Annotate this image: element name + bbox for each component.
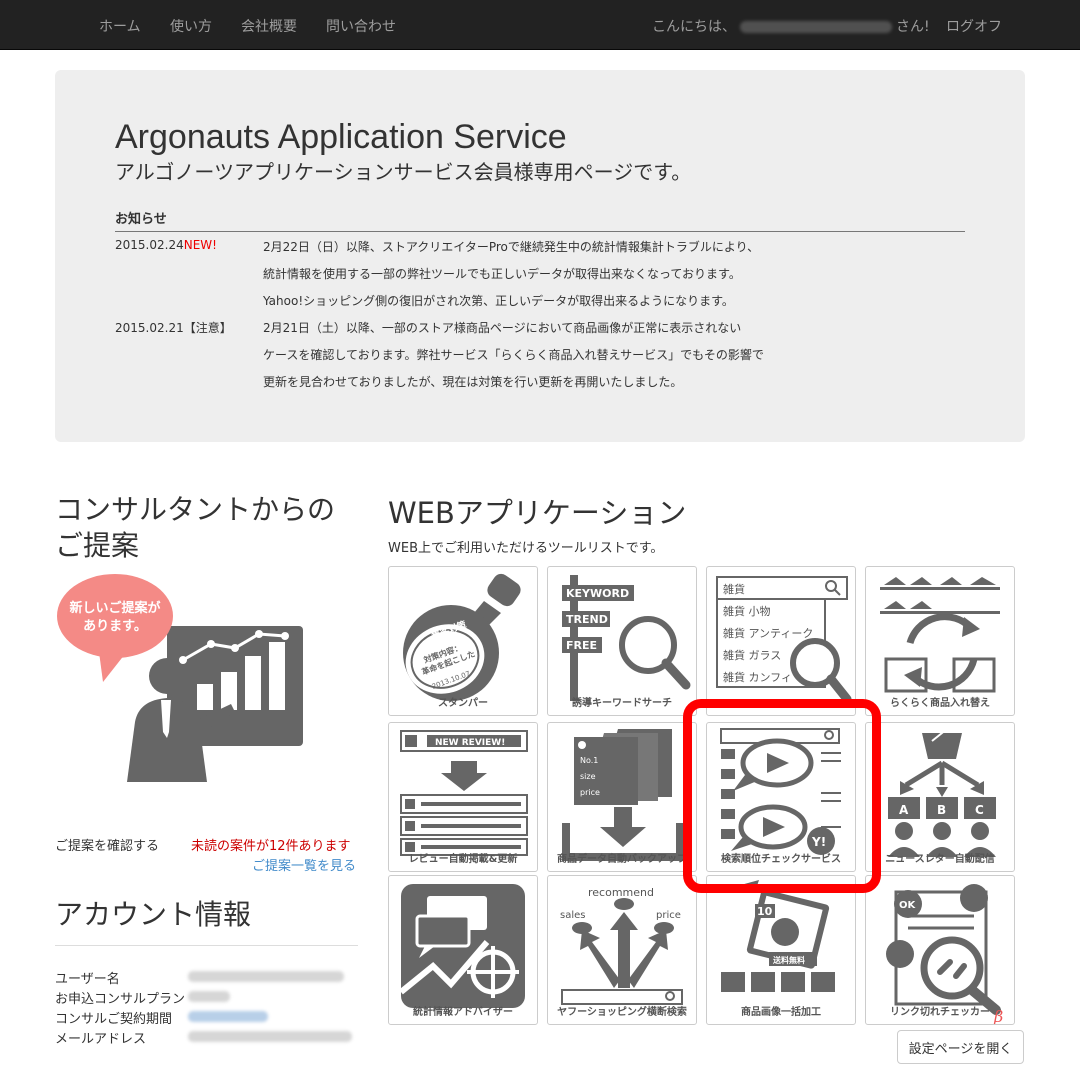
tag-text-price: price	[580, 788, 600, 797]
account-label-email: メールアドレス	[55, 1032, 147, 1047]
consultant-presentation-icon[interactable]: 新しいご提案が あります。	[55, 572, 315, 782]
tile-link-checker[interactable]: OK β リンク切れチェッカー	[865, 875, 1015, 1025]
dropdown-option: 雑貨 カンフィ	[723, 670, 792, 684]
tile-stats-advisor[interactable]: 統計情報アドバイザー	[388, 875, 538, 1025]
tile-data-backup[interactable]: No.1 size price 商品データ自動バックアップ	[547, 722, 697, 872]
nav-home[interactable]: ホーム	[99, 16, 141, 36]
badge-ten: 10	[757, 905, 773, 918]
letter-a: A	[899, 803, 909, 817]
dropdown-query: 雑貨	[723, 582, 745, 596]
letter-b: B	[937, 803, 946, 817]
tile-review[interactable]: NEW REVIEW! レビュー自動掲載&更新	[388, 722, 538, 872]
tile-label: リンク切れチェッカー	[890, 1007, 990, 1018]
sign-keyword: KEYWORD	[566, 587, 629, 600]
nav-contact[interactable]: 問い合わせ	[326, 16, 396, 36]
bubble-text-1: 新しいご提案が	[69, 600, 160, 616]
top-navbar: ホーム 使い方 会社概要 問い合わせ こんにちは、 さん! ログオフ	[0, 0, 1080, 50]
yahoo-badge: Y!	[811, 835, 826, 849]
nav-usage[interactable]: 使い方	[170, 16, 212, 36]
notice-date-value: 2015.02.24	[115, 238, 184, 252]
account-label-plan: お申込コンサルプラン	[55, 992, 186, 1007]
hero-panel: Argonauts Application Service アルゴノーツアプリケ…	[55, 70, 1025, 442]
notice-text: 更新を見合わせておりましたが、現在は対策を行い更新を再開いたしました。	[263, 375, 683, 389]
new-badge: NEW!	[183, 238, 217, 252]
dropdown-option: 雑貨 ガラス	[723, 648, 781, 662]
sign-trend: TREND	[566, 613, 608, 626]
notice-heading: お知らせ	[115, 212, 167, 227]
tile-label: ニュースレター自動配信	[885, 854, 995, 865]
sign-free: FREE	[566, 639, 597, 652]
ribbon-text: 送料無料	[772, 955, 805, 965]
tile-keyword-search[interactable]: KEYWORD TREND FREE 誘導キーワードサーチ	[547, 566, 697, 716]
tile-newsletter[interactable]: A B C ニュースレター自動配信	[865, 722, 1015, 872]
tile-label: らくらく商品入れ替え	[890, 698, 990, 709]
tile-label: ヤフーショッピング横断検索	[557, 1007, 687, 1018]
tile-cross-search[interactable]: recommend sales price ヤフーショッピング横断検索	[547, 875, 697, 1025]
greeting-prefix: こんにちは、	[652, 19, 736, 35]
notice-divider	[115, 231, 965, 232]
tile-label: 商品データ自動バックアップ	[557, 854, 687, 865]
unread-count-text: 未読の案件が12件あります	[191, 839, 351, 854]
nav-company[interactable]: 会社概要	[241, 16, 297, 36]
redacted-username	[188, 971, 344, 982]
tile-label: 商品画像一括加工	[741, 1007, 821, 1018]
tile-product-swap[interactable]: らくらく商品入れ替え	[865, 566, 1015, 716]
account-label-period: コンサルご契約期間	[55, 1012, 173, 1027]
tile-label: 検索順位チェックサービス	[721, 854, 841, 865]
tile-image-batch[interactable]: 10 送料無料 商品画像一括加工	[706, 875, 856, 1025]
consultant-heading: コンサルタントからのご提案	[55, 493, 336, 562]
dropdown-option: 雑貨 小物	[723, 604, 771, 618]
notice-text: Yahoo!ショッピング側の復旧がされ次第、正しいデータが取得出来るようになりま…	[263, 294, 734, 308]
word-recommend: recommend	[588, 886, 654, 899]
user-greeting: こんにちは、 さん!	[652, 16, 930, 36]
letter-c: C	[975, 803, 984, 817]
tile-label: スタンパー	[438, 698, 488, 709]
notice-text: 2月22日（日）以降、ストアクリエイターProで継続発生中の統計情報集計トラブル…	[263, 240, 760, 254]
notice-date-value: 2015.02.21	[115, 321, 184, 335]
proposal-list-link[interactable]: ご提案一覧を見る	[252, 855, 356, 874]
word-sales: sales	[560, 910, 585, 921]
blurred-username	[740, 21, 892, 33]
confirm-proposal-link[interactable]: ご提案を確認する	[55, 835, 159, 854]
ok-badge: OK	[899, 900, 917, 911]
page-subtitle: アルゴノーツアプリケーションサービス会員様専用ページです。	[115, 160, 692, 184]
tile-stamper[interactable]: 集客対策 対策内容： 革命を起こした 2013.10.07 スタンパー	[388, 566, 538, 716]
tile-label: レビュー自動掲載&更新	[408, 854, 518, 865]
redacted-period	[188, 1011, 268, 1022]
account-label-username: ユーザー名	[55, 972, 120, 987]
tag-text-size: size	[580, 772, 596, 781]
word-price: price	[656, 910, 681, 921]
page-title: Argonauts Application Service	[115, 118, 567, 156]
notice-date-2: 2015.02.21【注意】	[115, 319, 232, 336]
tile-label: 誘導キーワードサーチ	[572, 698, 672, 709]
redacted-email	[188, 1031, 352, 1042]
review-banner: NEW REVIEW!	[435, 738, 505, 748]
account-divider	[55, 945, 358, 946]
notice-text: 統計情報を使用する一部の弊社ツールでも正しいデータが取得出来なくなっております。	[263, 267, 741, 281]
greeting-suffix: さん!	[896, 19, 930, 35]
bubble-text-2: あります。	[83, 619, 147, 634]
webapps-heading: WEBアプリケーション	[388, 496, 687, 530]
notice-text: 2月21日（土）以降、一部のストア様商品ページにおいて商品画像が正常に表示されな…	[263, 321, 742, 335]
tile-rank-check[interactable]: Y! 検索順位チェックサービス	[706, 722, 856, 872]
account-heading: アカウント情報	[55, 898, 252, 931]
redacted-plan	[188, 991, 230, 1002]
tag-text-no1: No.1	[580, 756, 598, 765]
webapps-subtitle: WEB上でご利用いただけるツールリストです。	[388, 541, 664, 556]
dropdown-option: 雑貨 アンティーク	[723, 626, 813, 640]
tile-search-suggest[interactable]: 雑貨 雑貨 小物 雑貨 アンティーク 雑貨 ガラス 雑貨 カンフィ	[706, 566, 856, 716]
logout-link[interactable]: ログオフ	[946, 16, 1002, 36]
tile-label: 統計情報アドバイザー	[413, 1007, 513, 1018]
caution-badge: 【注意】	[183, 321, 232, 335]
notice-date-1: 2015.02.24NEW!	[115, 238, 217, 252]
notice-text: ケースを確認しております。弊社サービス「らくらく商品入れ替えサービス」でもその影…	[263, 348, 764, 362]
search-dropdown-icon: 雑貨 雑貨 小物 雑貨 アンティーク 雑貨 ガラス 雑貨 カンフィ	[716, 576, 852, 704]
open-settings-button[interactable]: 設定ページを開く	[897, 1030, 1024, 1064]
